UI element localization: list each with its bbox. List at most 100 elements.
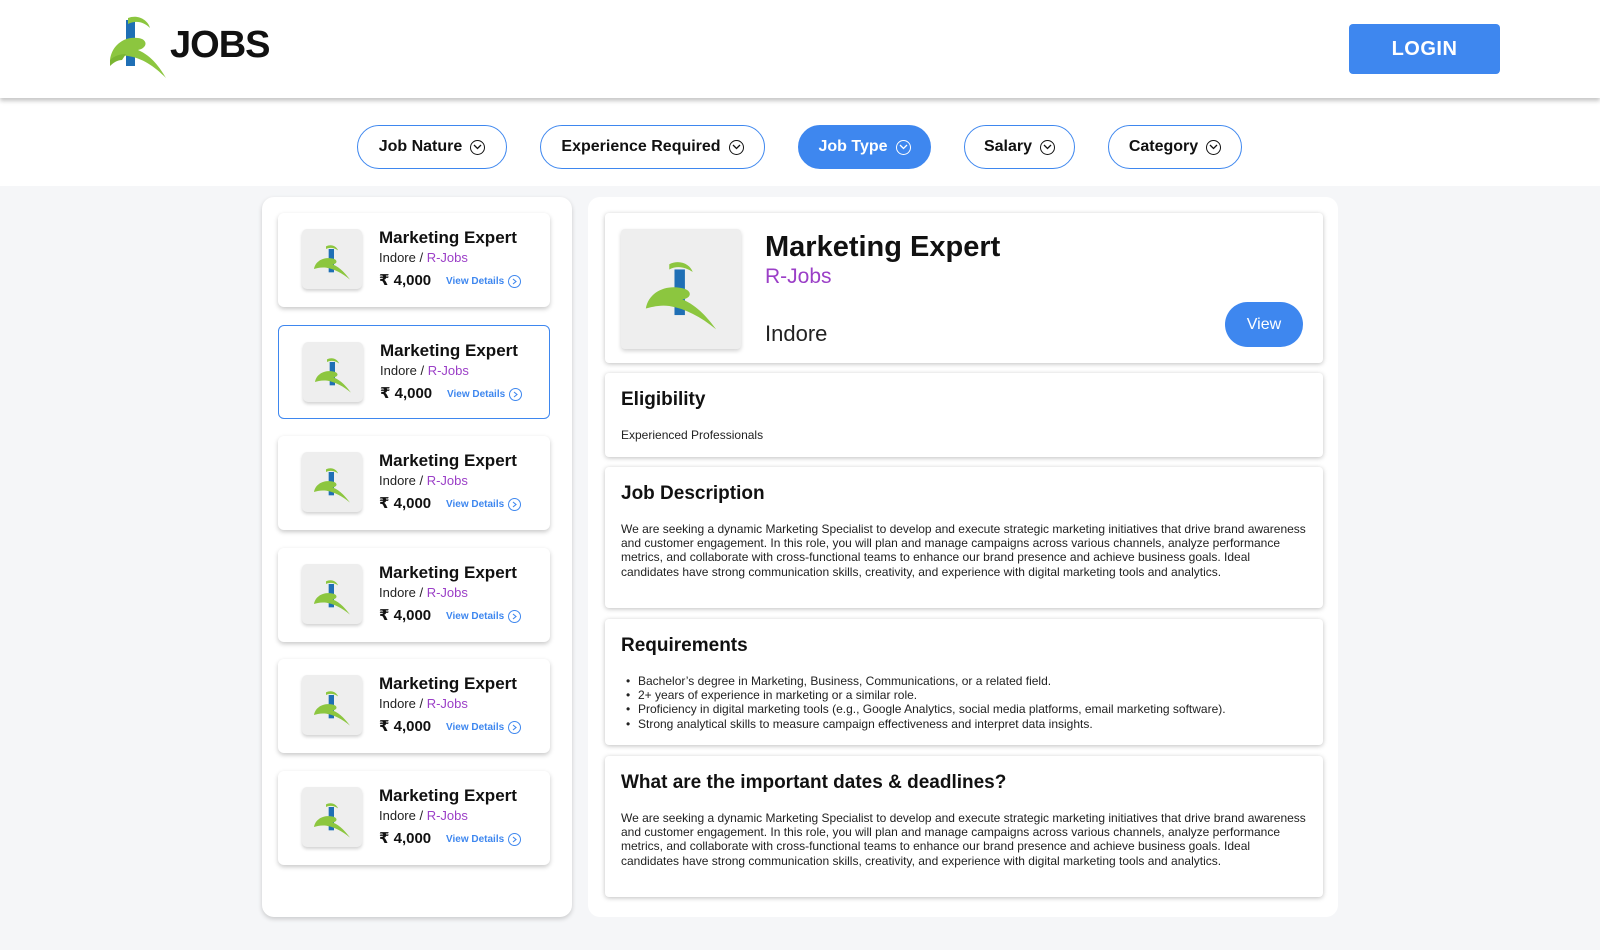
dates-text: We are seeking a dynamic Marketing Speci… [621, 811, 1306, 868]
job-title: Marketing Expert [379, 562, 517, 582]
requirement-item: Strong analytical skills to measure camp… [621, 717, 1226, 731]
view-details-label: View Details [446, 833, 505, 845]
filter-label: Salary [983, 138, 1033, 155]
job-card[interactable]: Marketing Expert Indore / R-Jobs ₹ 4,000 Vi… [278, 659, 550, 753]
chevron-right-icon [508, 609, 522, 623]
job-location: Indore [380, 362, 417, 378]
company-name: R-Jobs [426, 807, 468, 823]
company-logo [302, 229, 362, 289]
job-location-company: Indore / R-Jobs [379, 473, 468, 488]
job-card[interactable]: Marketing Expert Indore / R-Jobs ₹ 4,000 Vi… [278, 547, 550, 642]
job-card[interactable]: Marketing Expert Indore / R-Jobs ₹ 4,000 Vi… [278, 436, 550, 530]
company-name[interactable]: R-Jobs [765, 265, 832, 289]
view-details-label: View Details [446, 610, 505, 622]
r-jobs-logo-icon [314, 468, 350, 503]
company-name: R-Jobs [426, 250, 468, 265]
filter-job-type[interactable]: Job Type [798, 125, 931, 169]
separator: / [415, 696, 427, 711]
job-detail-panel: Marketing Expert R-Jobs Indore View Elig… [588, 197, 1338, 917]
view-details-link[interactable]: View Details [446, 609, 522, 623]
section-title: Requirements [621, 635, 748, 656]
filter-experience-required[interactable]: Experience Required [540, 125, 765, 169]
r-jobs-logo-icon [314, 802, 350, 838]
site-header: JOBS LOGIN [0, 0, 1600, 98]
job-title: Marketing Expert [765, 231, 1001, 263]
filter-label: Job Nature [378, 138, 463, 155]
eligibility-section: Eligibility Experienced Professionals [605, 373, 1323, 457]
job-salary: ₹ 4,000 [379, 718, 432, 735]
job-card[interactable]: Marketing Expert Indore / R-Jobs ₹ 4,000 Vi… [278, 324, 550, 419]
site-logo[interactable]: JOBS [108, 16, 270, 82]
job-location: Indore [379, 807, 416, 823]
company-logo [303, 341, 363, 402]
separator: / [415, 807, 427, 823]
r-jobs-logo-icon [315, 357, 351, 393]
filter-job-nature[interactable]: Job Nature [357, 125, 507, 169]
job-list-panel: Marketing Expert Indore / R-Jobs ₹ 4,000 Vi… [262, 197, 572, 917]
view-details-link[interactable]: View Details [446, 498, 522, 511]
view-details-label: View Details [447, 388, 506, 400]
view-details-link[interactable]: View Details [447, 387, 523, 401]
filter-label: Experience Required [561, 138, 721, 155]
company-name: R-Jobs [426, 696, 468, 711]
job-salary: ₹ 4,000 [379, 606, 432, 624]
r-jobs-logo-icon [314, 691, 350, 726]
job-title: Marketing Expert [379, 228, 517, 247]
separator: / [415, 250, 427, 265]
chevron-right-icon [509, 387, 523, 401]
filter-bar: Job Nature Experience Required Job Type … [0, 98, 1600, 186]
filter-label: Category [1128, 138, 1199, 155]
chevron-right-icon [508, 832, 522, 846]
logo-text: JOBS [170, 23, 270, 66]
separator: / [416, 362, 428, 378]
company-logo [302, 786, 362, 847]
chevron-down-icon [895, 139, 911, 155]
view-details-label: View Details [446, 499, 505, 510]
login-button[interactable]: LOGIN [1349, 24, 1500, 74]
section-title: Job Description [621, 483, 765, 504]
job-location-company: Indore / R-Jobs [380, 363, 469, 378]
job-location: Indore [765, 321, 828, 346]
eligibility-text: Experienced Professionals [621, 428, 764, 442]
filter-category[interactable]: Category [1108, 125, 1242, 169]
job-card[interactable]: Marketing Expert Indore / R-Jobs ₹ 4,000 Vi… [278, 213, 550, 307]
job-location-company: Indore / R-Jobs [379, 585, 468, 600]
chevron-right-icon [508, 721, 522, 734]
requirements-section: Requirements Bachelor’s degree in Market… [605, 619, 1323, 745]
view-details-link[interactable]: View Details [446, 832, 522, 846]
view-button[interactable]: View [1225, 302, 1303, 347]
job-salary: ₹ 4,000 [380, 384, 433, 402]
job-description-section: Job Description We are seeking a dynamic… [605, 467, 1323, 608]
job-card[interactable]: Marketing Expert Indore / R-Jobs ₹ 4,000 Vi… [278, 770, 550, 865]
job-location-company: Indore / R-Jobs [379, 696, 468, 711]
view-details-link[interactable]: View Details [446, 275, 522, 288]
chevron-down-icon [470, 139, 486, 155]
company-name: R-Jobs [427, 362, 469, 378]
job-location-company: Indore / R-Jobs [379, 250, 468, 265]
requirement-item: Proficiency in digital marketing tools (… [621, 702, 1226, 716]
company-logo [302, 675, 362, 735]
job-salary: ₹ 4,000 [379, 829, 432, 847]
section-title: Eligibility [621, 389, 706, 410]
job-location-company: Indore / R-Jobs [379, 808, 468, 823]
separator: / [415, 584, 427, 600]
job-title: Marketing Expert [379, 451, 517, 470]
job-location: Indore [379, 250, 416, 265]
r-jobs-logo-icon [314, 245, 350, 280]
chevron-down-icon [728, 139, 744, 155]
job-title: Marketing Expert [379, 785, 517, 805]
company-name: R-Jobs [426, 584, 468, 600]
view-details-link[interactable]: View Details [446, 721, 522, 734]
chevron-down-icon [1206, 139, 1222, 155]
job-title: Marketing Expert [380, 340, 518, 360]
r-jobs-logo-icon [110, 16, 166, 78]
job-salary: ₹ 4,000 [379, 495, 432, 512]
description-text: We are seeking a dynamic Marketing Speci… [621, 522, 1306, 579]
company-name: R-Jobs [426, 473, 468, 488]
filter-salary[interactable]: Salary [964, 125, 1075, 169]
view-details-label: View Details [446, 276, 505, 287]
job-summary-card: Marketing Expert R-Jobs Indore View [605, 213, 1323, 363]
chevron-down-icon [1040, 139, 1056, 155]
job-salary: ₹ 4,000 [379, 272, 432, 289]
job-location: Indore [379, 696, 416, 711]
